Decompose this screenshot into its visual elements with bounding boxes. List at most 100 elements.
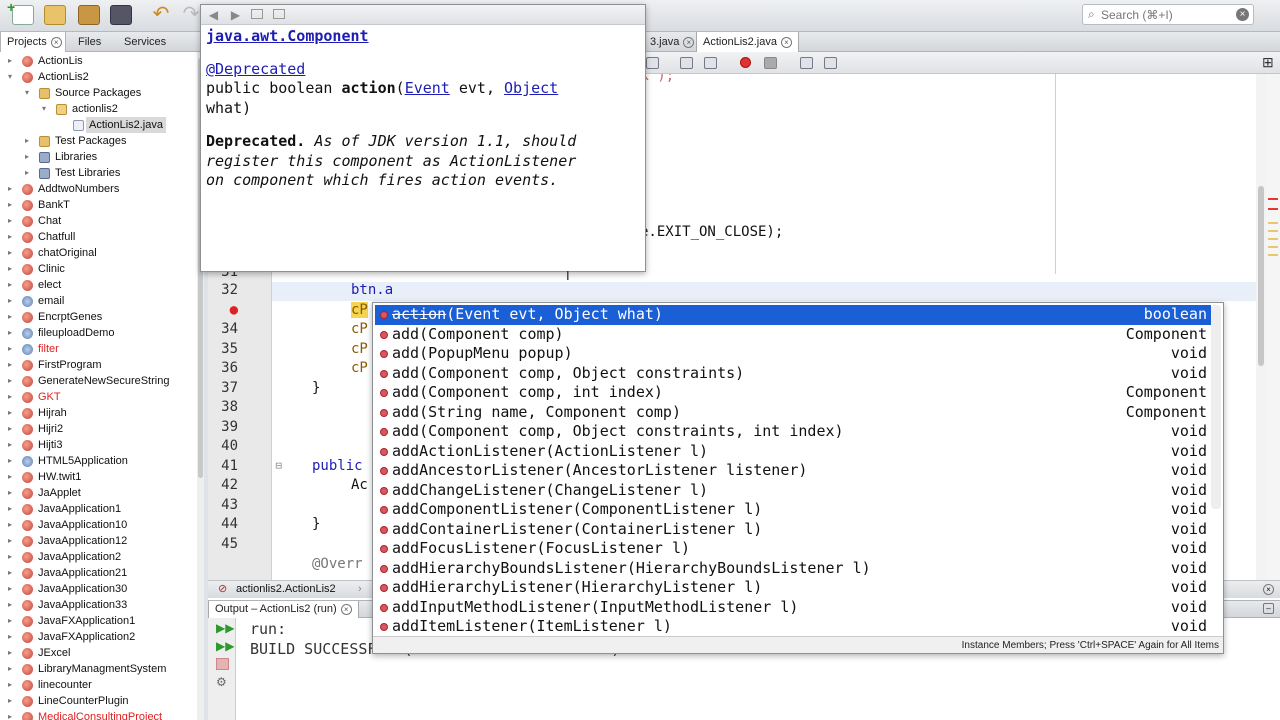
expand-icon[interactable]: ▸ (8, 549, 12, 565)
clear-search-icon[interactable]: × (1236, 8, 1249, 21)
completion-item[interactable]: add(Component comp, Object constraints) v… (375, 364, 1211, 384)
close-icon[interactable]: × (50, 37, 62, 48)
tree-node[interactable]: ▸ Clinic (8, 261, 196, 277)
tree-node[interactable]: ▸ GKT (8, 389, 196, 405)
rerun-with-params-icon[interactable]: ▶▶ (216, 640, 234, 652)
completion-item[interactable]: addFocusListener(FocusListener l) void (375, 539, 1211, 559)
code-completion-popup[interactable]: action(Event evt, Object what) boolean add… (372, 302, 1224, 654)
save-all-icon[interactable] (110, 5, 132, 25)
tab-services[interactable]: Services (118, 32, 180, 52)
tree-node[interactable]: ▸ GenerateNewSecureString (8, 373, 196, 389)
split-editor-icon[interactable]: ⊞ (1262, 55, 1275, 69)
completion-item[interactable]: addHierarchyBoundsListener(HierarchyBoun… (375, 559, 1211, 579)
tab-output[interactable]: Output – ActionLis2 (run) × (208, 601, 359, 618)
close-icon[interactable]: × (781, 37, 792, 48)
record-macro-icon[interactable] (740, 57, 751, 68)
completion-item[interactable]: addItemListener(ItemListener l) void (375, 617, 1211, 637)
expand-icon[interactable]: ▸ (8, 469, 12, 485)
expand-icon[interactable]: ▸ (8, 661, 12, 677)
collapse-icon[interactable]: ▾ (8, 69, 12, 85)
tree-node[interactable]: ▸ Test Libraries (25, 165, 196, 181)
tree-node[interactable]: ▸ linecounter (8, 677, 196, 693)
completion-item[interactable]: add(PopupMenu popup) void (375, 344, 1211, 364)
completion-scrollbar[interactable] (1211, 305, 1221, 509)
rerun-icon[interactable]: ▶▶ (216, 622, 234, 634)
tree-node[interactable]: ▸ fileuploadDemo (8, 325, 196, 341)
object-type-link[interactable]: Object (504, 79, 558, 97)
find-icon[interactable] (646, 57, 659, 69)
warning-marker[interactable] (1268, 238, 1278, 240)
expand-icon[interactable]: ▸ (8, 325, 12, 341)
expand-icon[interactable]: ▸ (8, 357, 12, 373)
error-marker[interactable] (1268, 198, 1278, 200)
expand-icon[interactable]: ▸ (25, 133, 29, 149)
tree-node[interactable]: ▸ JaApplet (8, 485, 196, 501)
tree-node[interactable]: ▸ JavaApplication12 (8, 533, 196, 549)
warning-marker[interactable] (1268, 230, 1278, 232)
tab-actionlis2-java[interactable]: ActionLis2.java × (696, 32, 799, 52)
forward-icon[interactable]: ▶ (229, 9, 242, 21)
uncomment-icon[interactable] (824, 57, 837, 69)
expand-icon[interactable]: ▸ (8, 597, 12, 613)
expand-icon[interactable]: ▸ (8, 405, 12, 421)
completion-item[interactable]: add(Component comp) Component (375, 325, 1211, 345)
next-occurrence-icon[interactable] (704, 57, 717, 69)
expand-icon[interactable]: ▸ (8, 485, 12, 501)
tree-node[interactable]: ▾ actionlis2 (42, 101, 196, 117)
show-in-browser-icon[interactable] (251, 9, 263, 19)
expand-icon[interactable]: ▸ (8, 197, 12, 213)
tree-node[interactable]: ▸ Test Packages (25, 133, 196, 149)
tree-node[interactable]: ▸ JavaApplication10 (8, 517, 196, 533)
completion-item[interactable]: add(Component comp, Object constraints, … (375, 422, 1211, 442)
settings-icon[interactable]: ⚙ (216, 676, 229, 688)
event-type-link[interactable]: Event (405, 79, 450, 97)
expand-icon[interactable]: ▸ (8, 341, 12, 357)
expand-icon[interactable]: ▸ (8, 309, 12, 325)
completion-item[interactable]: action(Event evt, Object what) boolean (375, 305, 1211, 325)
tree-node[interactable]: ▸ elect (8, 277, 196, 293)
completion-item[interactable]: addComponentListener(ComponentListener l… (375, 500, 1211, 520)
editor-scrollbar[interactable] (1256, 74, 1266, 582)
open-source-icon[interactable] (273, 9, 285, 19)
javadoc-class-link[interactable]: java.awt.Component (206, 27, 369, 45)
tree-node[interactable]: ▸ FirstProgram (8, 357, 196, 373)
completion-item[interactable]: addInputMethodListener(InputMethodListen… (375, 598, 1211, 618)
tree-node[interactable]: ▸ Hijti3 (8, 437, 196, 453)
expand-icon[interactable]: ▸ (25, 149, 29, 165)
expand-icon[interactable]: ▸ (8, 709, 12, 720)
redo-icon[interactable]: ↷ (180, 4, 202, 25)
breadcrumb-item[interactable]: actionlis2.ActionLis2 (236, 581, 336, 598)
tree-node[interactable]: ▸ LineCounterPlugin (8, 693, 196, 709)
deprecated-annotation-link[interactable]: @Deprecated (206, 60, 305, 78)
expand-icon[interactable]: ▸ (8, 693, 12, 709)
tree-node[interactable]: ▸ JavaFXApplication1 (8, 613, 196, 629)
expand-icon[interactable]: ▸ (8, 277, 12, 293)
minimize-icon[interactable]: – (1263, 603, 1274, 614)
undo-icon[interactable]: ↶ (150, 4, 172, 25)
tree-node[interactable]: ▸ Hijrah (8, 405, 196, 421)
stop-macro-icon[interactable] (764, 57, 777, 69)
expand-icon[interactable]: ▸ (8, 677, 12, 693)
tree-node[interactable]: ▸ BankT (8, 197, 196, 213)
tree-node[interactable]: ▸ JavaApplication21 (8, 565, 196, 581)
collapse-icon[interactable]: ▾ (42, 101, 46, 117)
tab-projects[interactable]: Projects × (0, 32, 66, 52)
expand-icon[interactable]: ▸ (8, 629, 12, 645)
tree-node[interactable]: ▸ EncrptGenes (8, 309, 196, 325)
expand-icon[interactable]: ▸ (8, 181, 12, 197)
error-marker[interactable] (1268, 208, 1278, 210)
tree-node[interactable]: ▸ JavaFXApplication2 (8, 629, 196, 645)
close-icon[interactable]: × (340, 604, 352, 615)
expand-icon[interactable]: ▸ (8, 517, 12, 533)
expand-icon[interactable]: ▸ (8, 293, 12, 309)
completion-item[interactable]: addAncestorListener(AncestorListener lis… (375, 461, 1211, 481)
scrollbar-thumb[interactable] (1258, 186, 1264, 366)
search-input[interactable]: ⌕ Search (⌘+I) × (1082, 4, 1254, 25)
tree-node[interactable]: ▸ Chat (8, 213, 196, 229)
warning-marker[interactable] (1268, 254, 1278, 256)
close-icon[interactable]: × (1263, 584, 1274, 595)
expand-icon[interactable]: ▸ (8, 229, 12, 245)
tree-node[interactable]: ActionLis2.java (59, 117, 196, 133)
tree-node[interactable]: ▸ JExcel (8, 645, 196, 661)
tree-node[interactable]: ▸ email (8, 293, 196, 309)
